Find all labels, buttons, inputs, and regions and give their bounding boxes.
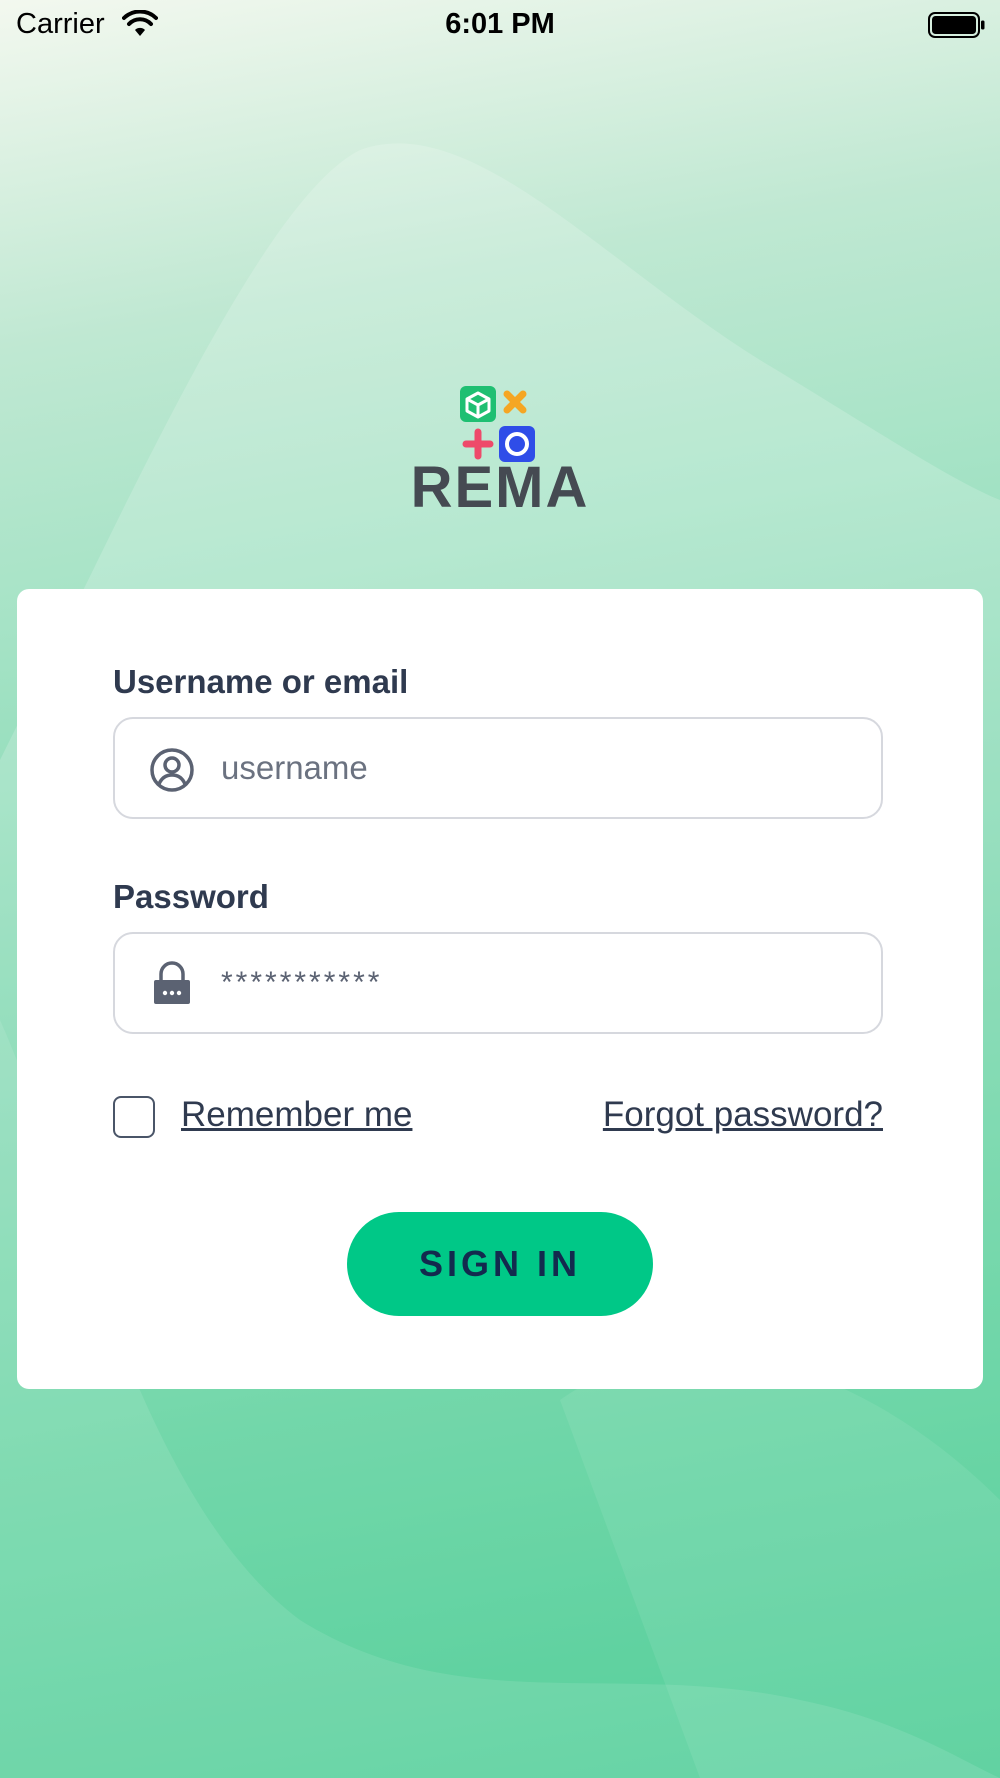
remember-me-checkbox[interactable] <box>113 1096 155 1138</box>
username-field[interactable] <box>113 717 883 819</box>
brand-name: REMA <box>410 455 590 520</box>
forgot-password-link[interactable]: Forgot password? <box>603 1095 883 1135</box>
password-label: Password <box>113 878 269 915</box>
user-circle-icon <box>150 748 194 792</box>
lock-icon <box>154 961 190 1004</box>
login-card: Username or email Password *********** R… <box>17 589 983 1389</box>
battery-icon <box>928 12 985 38</box>
remember-me-link[interactable]: Remember me <box>181 1095 412 1135</box>
password-input[interactable]: *********** <box>221 934 841 1032</box>
password-field[interactable]: *********** <box>113 932 883 1034</box>
username-label: Username or email <box>113 663 409 700</box>
sign-in-button[interactable]: SIGN IN <box>347 1212 653 1316</box>
clock: 6:01 PM <box>445 8 555 40</box>
status-bar: Carrier 6:01 PM <box>0 0 1000 52</box>
username-input[interactable] <box>221 719 841 817</box>
